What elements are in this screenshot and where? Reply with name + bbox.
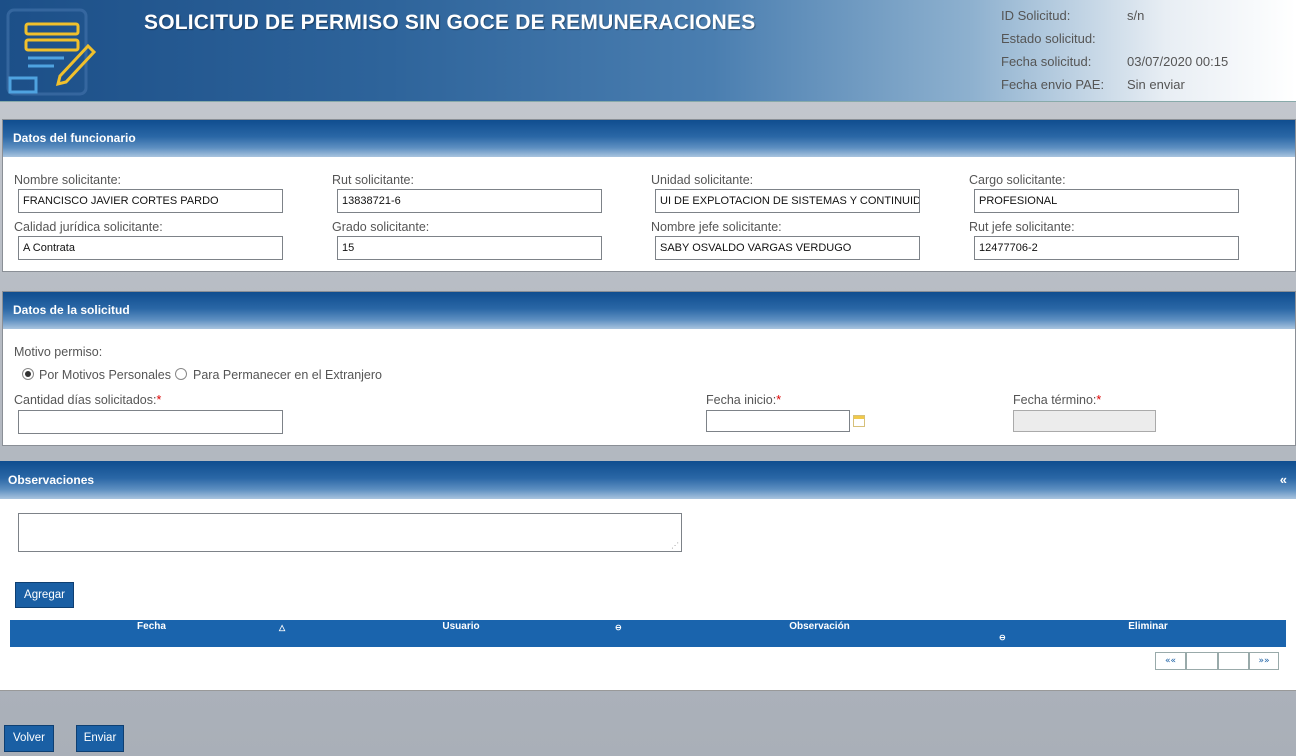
meta-label: Fecha envio PAE: — [1001, 77, 1105, 92]
pager-page-input[interactable] — [1186, 652, 1218, 670]
sort-icon[interactable]: ⊖ — [999, 633, 1006, 642]
pager-first-button[interactable]: «« — [1155, 652, 1186, 670]
column-label: Observación — [789, 621, 850, 632]
meta-row: ID Solicitud: s/n — [1001, 8, 1228, 31]
fecha-termino-label: Fecha término:* — [1013, 393, 1101, 407]
dias-field[interactable] — [18, 410, 283, 434]
column-label: Fecha — [137, 621, 166, 632]
radio-label: Por Motivos Personales — [39, 368, 172, 382]
motivo-label: Motivo permiso: — [14, 345, 103, 359]
column-usuario[interactable]: Usuario ⊖ — [293, 620, 629, 647]
fecha-inicio-label-text: Fecha inicio: — [706, 393, 777, 407]
required-mark: * — [156, 393, 162, 407]
required-mark: * — [1096, 393, 1102, 407]
observation-textarea[interactable]: ⋰ — [18, 513, 682, 552]
sort-icon[interactable]: ⊖ — [615, 623, 622, 632]
calidad-field[interactable]: A Contrata — [18, 236, 283, 260]
fecha-termino-field — [1013, 410, 1156, 432]
unidad-field[interactable]: UI DE EXPLOTACION DE SISTEMAS Y CONTINUI… — [655, 189, 920, 213]
rut-jefe-field[interactable]: 12477706-2 — [974, 236, 1239, 260]
cargo-field[interactable]: PROFESIONAL — [974, 189, 1239, 213]
fecha-inicio-label: Fecha inicio:* — [706, 393, 781, 407]
radio-extranjero[interactable] — [175, 368, 187, 380]
observations-title: Observaciones — [8, 473, 95, 487]
meta-label: Fecha solicitud: — [1001, 54, 1092, 69]
rut-field[interactable]: 13838721-6 — [337, 189, 602, 213]
collapse-icon[interactable]: « — [1280, 461, 1287, 499]
form-edit-icon — [6, 8, 97, 96]
page-title: SOLICITUD DE PERMISO SIN GOCE DE REMUNER… — [144, 11, 756, 34]
pager-last-button[interactable]: »» — [1249, 652, 1279, 670]
nombre-label: Nombre solicitante: — [14, 173, 121, 187]
meta-label: Estado solicitud: — [1001, 31, 1096, 46]
meta-row: Estado solicitud: — [1001, 31, 1228, 54]
meta-value: s/n — [1127, 8, 1145, 23]
resize-grip-icon[interactable]: ⋰ — [671, 542, 679, 550]
employee-panel-title: Datos del funcionario — [3, 120, 1295, 157]
observations-panel: Observaciones « ⋰ Agregar Fecha △ Usuari… — [0, 461, 1296, 691]
send-button[interactable]: Enviar — [76, 725, 124, 752]
dias-label-text: Cantidad días solicitados: — [14, 393, 157, 407]
column-fecha[interactable]: Fecha △ — [10, 620, 293, 647]
column-label: Usuario — [442, 621, 480, 632]
employee-panel: Datos del funcionario Nombre solicitante… — [2, 119, 1296, 272]
radio-motivos-personales[interactable] — [22, 368, 34, 380]
required-mark: * — [776, 393, 782, 407]
cargo-label: Cargo solicitante: — [969, 173, 1066, 187]
request-meta: ID Solicitud: s/n Estado solicitud: Fecha… — [1001, 8, 1228, 100]
nombre-field[interactable]: FRANCISCO JAVIER CORTES PARDO — [18, 189, 283, 213]
jefe-label: Nombre jefe solicitante: — [651, 220, 782, 234]
column-observacion[interactable]: Observación ⊖ — [629, 620, 1010, 647]
grado-label: Grado solicitante: — [332, 220, 430, 234]
request-panel: Datos de la solicitud Motivo permiso: Po… — [2, 291, 1296, 446]
fecha-inicio-field[interactable] — [706, 410, 850, 432]
column-label: Eliminar — [1128, 621, 1168, 632]
observations-grid-header: Fecha △ Usuario ⊖ Observación ⊖ Eliminar — [10, 620, 1286, 647]
meta-row: Fecha solicitud: 03/07/2020 00:15 — [1001, 54, 1228, 77]
request-panel-title: Datos de la solicitud — [3, 292, 1295, 329]
rut-jefe-label: Rut jefe solicitante: — [969, 220, 1075, 234]
sort-asc-icon[interactable]: △ — [279, 623, 285, 632]
dias-label: Cantidad días solicitados:* — [14, 393, 161, 407]
fecha-termino-label-text: Fecha término: — [1013, 393, 1097, 407]
grado-field[interactable]: 15 — [337, 236, 602, 260]
rut-label: Rut solicitante: — [332, 173, 414, 187]
meta-row: Fecha envio PAE: Sin enviar — [1001, 77, 1228, 100]
radio-label: Para Permanecer en el Extranjero — [193, 368, 382, 382]
unidad-label: Unidad solicitante: — [651, 173, 754, 187]
pager-page-total — [1218, 652, 1249, 670]
column-eliminar[interactable]: Eliminar — [1010, 620, 1286, 647]
meta-value: 03/07/2020 00:15 — [1127, 54, 1229, 69]
back-button[interactable]: Volver — [4, 725, 54, 752]
add-observation-button[interactable]: Agregar — [15, 582, 74, 608]
observations-panel-header: Observaciones « — [0, 461, 1296, 499]
calidad-label: Calidad jurídica solicitante: — [14, 220, 163, 234]
meta-label: ID Solicitud: — [1001, 8, 1071, 23]
calendar-icon[interactable] — [853, 415, 865, 427]
page-header: SOLICITUD DE PERMISO SIN GOCE DE REMUNER… — [0, 0, 1296, 102]
jefe-field[interactable]: SABY OSVALDO VARGAS VERDUGO — [655, 236, 920, 260]
meta-value: Sin enviar — [1127, 77, 1185, 92]
